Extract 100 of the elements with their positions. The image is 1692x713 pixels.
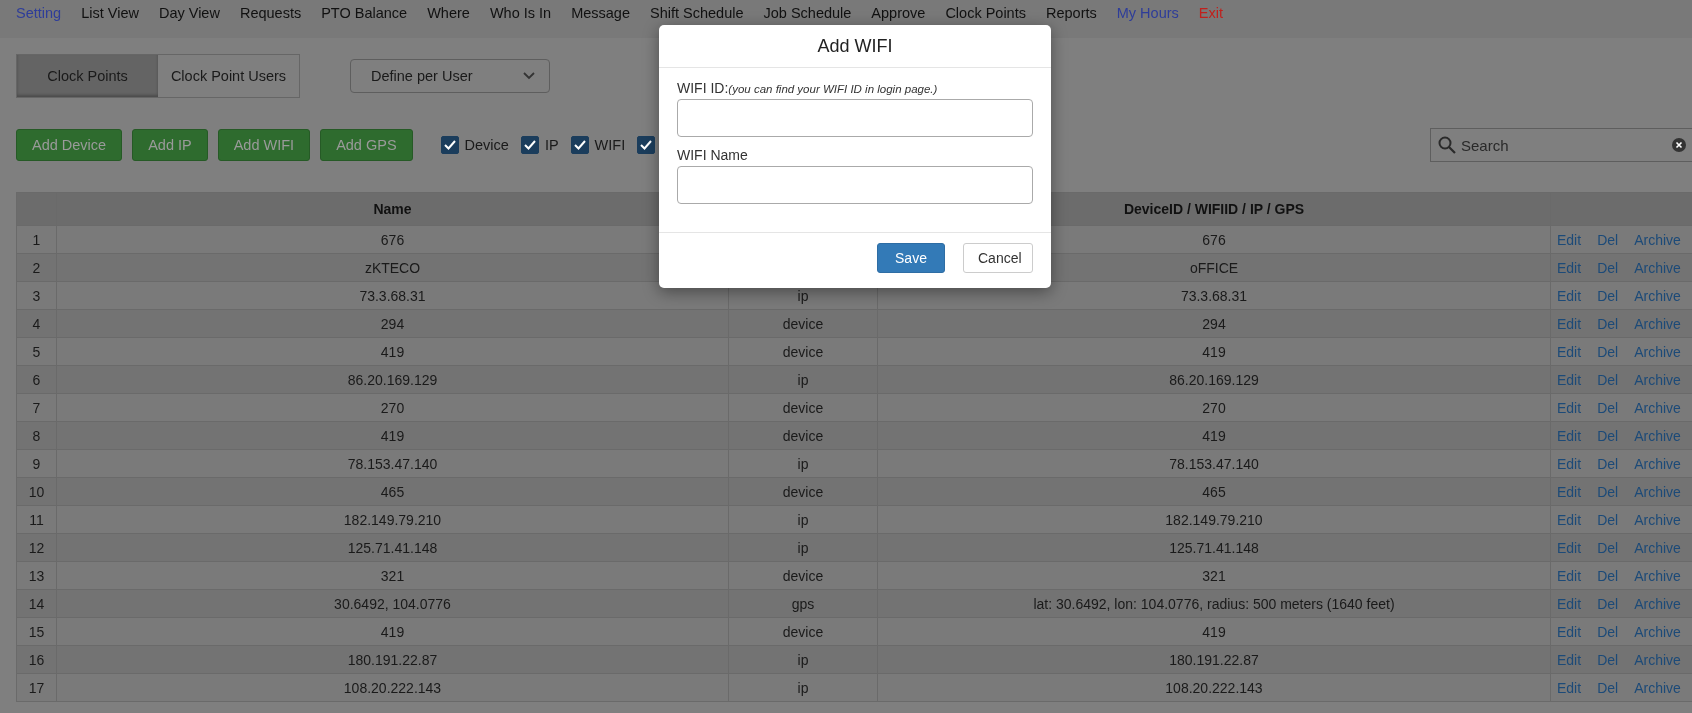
menu-link[interactable]: Shift Schedule [639,5,754,21]
menu-link[interactable]: List View [71,5,149,21]
menu-link[interactable]: Reports [1035,5,1107,21]
action-link[interactable]: Del [1597,567,1619,584]
action-link[interactable]: Del [1597,511,1619,528]
menu-link[interactable]: My Hours [1106,5,1189,21]
search-field[interactable]: Search [1430,128,1692,162]
action-link[interactable]: Edit [1557,315,1582,332]
menu-link[interactable]: Clock Points [935,5,1036,21]
table-cell: 73.3.68.31 [56,281,729,310]
add-button[interactable]: Add IP [132,129,208,161]
action-link[interactable]: Edit [1557,567,1582,584]
table-cell: 419 [877,337,1551,366]
action-link[interactable]: Del [1597,455,1619,472]
table-cell: 270 [877,393,1551,422]
table-cell: 125.71.41.148 [56,533,729,562]
menu-link[interactable]: Job Schedule [753,5,862,21]
action-link[interactable]: Archive [1634,623,1681,640]
clear-icon[interactable] [1672,138,1686,152]
table-cell: device [728,421,878,450]
menu-link[interactable]: Requests [229,5,312,21]
menu-link[interactable]: Where [417,5,480,21]
action-link[interactable]: Archive [1634,427,1681,444]
save-button[interactable]: Save [877,243,945,273]
action-link[interactable]: Archive [1634,651,1681,668]
action-link[interactable]: Del [1597,259,1619,276]
checkbox-label: Device [464,137,509,153]
menu-link[interactable]: Approve [861,5,936,21]
action-link[interactable]: Edit [1557,231,1582,248]
action-link[interactable]: Archive [1634,483,1681,500]
action-link[interactable]: Archive [1634,399,1681,416]
action-link[interactable]: Del [1597,651,1619,668]
action-link[interactable]: Archive [1634,511,1681,528]
add-button[interactable]: Add GPS [320,129,413,161]
row-number: 4 [16,309,57,338]
menu-link[interactable]: Exit [1188,5,1233,21]
action-link[interactable]: Del [1597,483,1619,500]
action-link[interactable]: Del [1597,343,1619,360]
action-link[interactable]: Del [1597,399,1619,416]
add-button[interactable]: Add Device [16,129,123,161]
action-link[interactable]: Del [1597,427,1619,444]
menu-link[interactable]: Setting [6,5,72,21]
table-cell: 419 [877,617,1551,646]
cancel-button[interactable]: Cancel [963,243,1033,273]
action-link[interactable]: Archive [1634,315,1681,332]
table-cell: 321 [56,561,729,590]
table-cell: 419 [56,617,729,646]
input-field[interactable] [677,166,1033,204]
add-button[interactable]: Add WIFI [217,129,311,161]
input-field[interactable] [677,99,1033,137]
action-link[interactable]: Edit [1557,287,1582,304]
action-link[interactable]: Edit [1557,679,1582,696]
action-link[interactable]: Del [1597,315,1619,332]
action-link[interactable]: Del [1597,595,1619,612]
action-link[interactable]: Del [1597,287,1619,304]
checkbox[interactable] [570,136,589,154]
menu-link[interactable]: Message [561,5,640,21]
table-cell: 125.71.41.148 [877,533,1551,562]
menu-link[interactable]: Day View [148,5,230,21]
menu-link[interactable]: PTO Balance [311,5,418,21]
checkbox[interactable] [520,136,539,154]
action-link[interactable]: Archive [1634,343,1681,360]
row-number: 1 [16,225,57,254]
checkbox[interactable] [440,136,459,154]
action-link[interactable]: Edit [1557,399,1582,416]
action-link[interactable]: Archive [1634,287,1681,304]
table-cell: 419 [56,421,729,450]
action-link[interactable]: Del [1597,231,1619,248]
checkbox[interactable] [637,136,656,154]
action-link[interactable]: Edit [1557,371,1582,388]
action-link[interactable]: Edit [1557,343,1582,360]
action-link[interactable]: Del [1597,371,1619,388]
action-link[interactable]: Edit [1557,511,1582,528]
action-link[interactable]: Del [1597,539,1619,556]
action-link[interactable]: Edit [1557,427,1582,444]
table-cell: device [728,309,878,338]
action-link[interactable]: Edit [1557,651,1582,668]
table-cell: 182.149.79.210 [877,505,1551,534]
action-link[interactable]: Archive [1634,231,1681,248]
mode-dropdown[interactable]: Define per User [350,59,550,93]
action-link[interactable]: Edit [1557,623,1582,640]
action-link[interactable]: Edit [1557,595,1582,612]
action-link[interactable]: Archive [1634,567,1681,584]
action-link[interactable]: Edit [1557,455,1582,472]
action-link[interactable]: Del [1597,623,1619,640]
action-link[interactable]: Archive [1634,259,1681,276]
action-link[interactable]: Edit [1557,483,1582,500]
table-cell: ip [728,533,878,562]
menu-link[interactable]: Who Is In [479,5,562,21]
action-link[interactable]: Archive [1634,539,1681,556]
action-link[interactable]: Del [1597,679,1619,696]
tab[interactable]: Clock Points [17,55,158,97]
action-link[interactable]: Archive [1634,595,1681,612]
table-cell: 465 [56,477,729,506]
table-cell: 294 [877,309,1551,338]
action-link[interactable]: Archive [1634,455,1681,472]
action-link[interactable]: Edit [1557,259,1582,276]
action-link[interactable]: Archive [1634,371,1681,388]
action-link[interactable]: Archive [1634,679,1681,696]
action-link[interactable]: Edit [1557,539,1582,556]
